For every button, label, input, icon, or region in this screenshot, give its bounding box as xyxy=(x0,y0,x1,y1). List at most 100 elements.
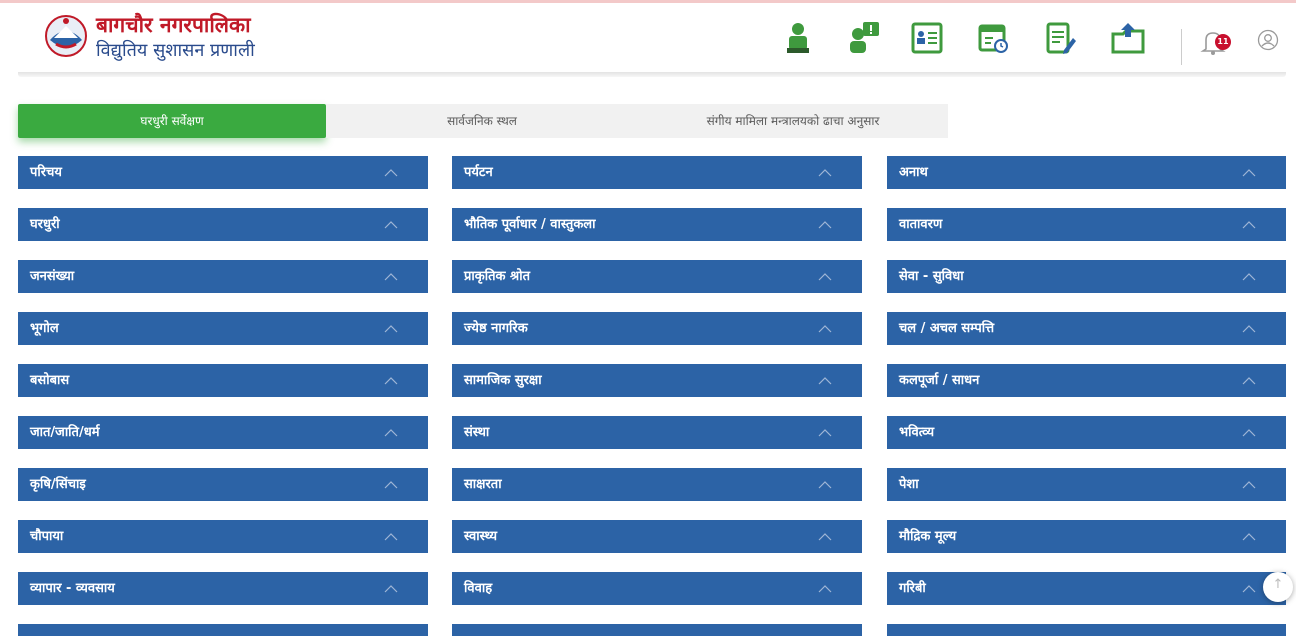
accordion-panel-label: ज्येष्ठ नागरिक xyxy=(464,321,528,336)
header-shadow-bar xyxy=(18,72,1286,77)
feedback-icon[interactable] xyxy=(843,20,883,56)
employee-icon[interactable] xyxy=(778,20,818,56)
chevron-up-icon xyxy=(1242,325,1256,333)
accordion-panel[interactable]: चल / अचल सम्पत्ति xyxy=(887,312,1286,345)
accordion-panel[interactable]: कृषि/सिंचाइ xyxy=(18,468,428,501)
accordion-panel[interactable]: कलपूर्जा / साधन xyxy=(887,364,1286,397)
chevron-up-icon xyxy=(1242,481,1256,489)
chevron-up-icon xyxy=(384,585,398,593)
system-subtitle: विद्युतिय सुशासन प्रणाली xyxy=(96,40,255,61)
chevron-up-icon xyxy=(384,169,398,177)
accordion-panel-label: भवित्व्य xyxy=(899,425,935,440)
calendar-clock-icon[interactable] xyxy=(973,20,1013,56)
accordion-panel-label: संस्था xyxy=(464,425,490,440)
arrow-up-icon: ↑ xyxy=(1272,577,1284,592)
chevron-up-icon xyxy=(1242,169,1256,177)
accordion-panel[interactable]: भौतिक पूर्वाधार / वास्तुकला xyxy=(452,208,862,241)
chevron-up-icon xyxy=(818,325,832,333)
accordion-panel[interactable]: घरधुरी xyxy=(18,208,428,241)
accordion-panel[interactable]: विवाह xyxy=(452,572,862,605)
chevron-up-icon xyxy=(818,169,832,177)
accordion-panel[interactable]: व्यापार - व्यवसाय xyxy=(18,572,428,605)
municipality-title: बागचौर नगरपालिका xyxy=(96,13,251,37)
accordion-panel-label: सामाजिक सुरक्षा xyxy=(464,373,542,388)
tab-household-survey[interactable]: घरधुरी सर्वेक्षण xyxy=(18,104,326,138)
accordion-panel[interactable]: भूगोल xyxy=(18,312,428,345)
chevron-up-icon xyxy=(818,481,832,489)
id-card-icon[interactable] xyxy=(907,20,947,56)
chevron-up-icon xyxy=(384,533,398,541)
accordion-panel-label: परिचय xyxy=(30,165,62,180)
scroll-to-top-button[interactable]: ↑ xyxy=(1263,572,1293,602)
chevron-up-icon xyxy=(384,273,398,281)
chevron-up-icon xyxy=(384,221,398,229)
nepal-emblem-logo xyxy=(45,15,87,57)
chevron-up-icon xyxy=(818,533,832,541)
accordion-panel[interactable]: चौपाया xyxy=(18,520,428,553)
accordion-panel-label: चल / अचल सम्पत्ति xyxy=(899,321,995,336)
accordion-panel-label: भौतिक पूर्वाधार / वास्तुकला xyxy=(464,217,596,232)
accordion-panel[interactable]: परिचय xyxy=(18,156,428,189)
chevron-up-icon xyxy=(818,585,832,593)
chevron-up-icon xyxy=(1242,221,1256,229)
accordion-panel[interactable]: अनाथ xyxy=(887,156,1286,189)
accordion-panel[interactable]: ज्येष्ठ नागरिक xyxy=(452,312,862,345)
accordion-panel[interactable]: साक्षरता xyxy=(452,468,862,501)
user-profile-icon[interactable] xyxy=(1257,29,1279,51)
accordion-panel-partial[interactable] xyxy=(452,624,862,636)
chevron-up-icon xyxy=(818,273,832,281)
document-edit-icon[interactable] xyxy=(1040,20,1080,56)
accordion-panel[interactable]: सामाजिक सुरक्षा xyxy=(452,364,862,397)
accordion-panel-label: घरधुरी xyxy=(30,217,60,232)
accordion-panel-label: साक्षरता xyxy=(464,477,502,492)
accordion-panel[interactable]: बसोबास xyxy=(18,364,428,397)
tab-public-places[interactable]: सार्वजनिक स्थल xyxy=(326,104,638,138)
chevron-up-icon xyxy=(818,429,832,437)
accordion-panel[interactable]: पर्यटन xyxy=(452,156,862,189)
accordion-panel-label: अनाथ xyxy=(899,165,928,180)
accordion-panel[interactable]: प्राकृतिक श्रोत xyxy=(452,260,862,293)
notification-count-badge: 11 xyxy=(1215,34,1231,50)
accordion-panel[interactable]: जनसंख्या xyxy=(18,260,428,293)
accordion-panel-label: कलपूर्जा / साधन xyxy=(899,373,980,388)
accordion-panel[interactable]: वातावरण xyxy=(887,208,1286,241)
accordion-panel[interactable]: गरिबी xyxy=(887,572,1286,605)
accordion-panel[interactable]: जात/जाति/धर्म xyxy=(18,416,428,449)
chevron-up-icon xyxy=(818,221,832,229)
chevron-up-icon xyxy=(384,481,398,489)
accordion-panel-label: सेवा - सुविधा xyxy=(899,269,964,284)
accordion-panel-label: स्वास्थ्य xyxy=(464,529,498,544)
accordion-panel-label: भूगोल xyxy=(30,321,59,336)
accordion-panel-label: पर्यटन xyxy=(464,165,493,180)
accordion-panel-label: विवाह xyxy=(464,581,493,596)
accordion-panel-partial[interactable] xyxy=(887,624,1286,636)
accordion-panel-label: चौपाया xyxy=(30,529,64,544)
accordion-panel-label: जात/जाति/धर्म xyxy=(30,425,100,440)
chevron-up-icon xyxy=(384,377,398,385)
chevron-up-icon xyxy=(1242,273,1256,281)
accordion-panel[interactable]: भवित्व्य xyxy=(887,416,1286,449)
accordion-panel-label: कृषि/सिंचाइ xyxy=(30,477,86,492)
accordion-panel-label: बसोबास xyxy=(30,373,70,388)
accordion-panel-label: वातावरण xyxy=(899,217,943,232)
chevron-up-icon xyxy=(1242,377,1256,385)
accordion-panel[interactable]: संस्था xyxy=(452,416,862,449)
accordion-panel[interactable]: मौद्रिक मूल्य xyxy=(887,520,1286,553)
accordion-panel-label: जनसंख्या xyxy=(30,269,75,284)
chevron-up-icon xyxy=(1242,585,1256,593)
app-header: बागचौर नगरपालिका विद्युतिय सुशासन प्रणाल… xyxy=(0,3,1296,75)
chevron-up-icon xyxy=(1242,533,1256,541)
accordion-panel-label: पेशा xyxy=(899,477,919,492)
accordion-panel[interactable]: सेवा - सुविधा xyxy=(887,260,1286,293)
accordion-panel-partial[interactable] xyxy=(18,624,428,636)
upload-folder-icon[interactable] xyxy=(1108,20,1148,56)
tab-federal-ministry-format[interactable]: संगीय मामिला मन्त्रालयको ढाचा अनुसार xyxy=(638,104,948,138)
accordion-panel-label: गरिबी xyxy=(899,581,926,596)
header-divider xyxy=(1181,29,1182,65)
accordion-panel[interactable]: पेशा xyxy=(887,468,1286,501)
chevron-up-icon xyxy=(818,377,832,385)
chevron-up-icon xyxy=(384,325,398,333)
accordion-panel[interactable]: स्वास्थ्य xyxy=(452,520,862,553)
chevron-up-icon xyxy=(384,429,398,437)
chevron-up-icon xyxy=(1242,429,1256,437)
